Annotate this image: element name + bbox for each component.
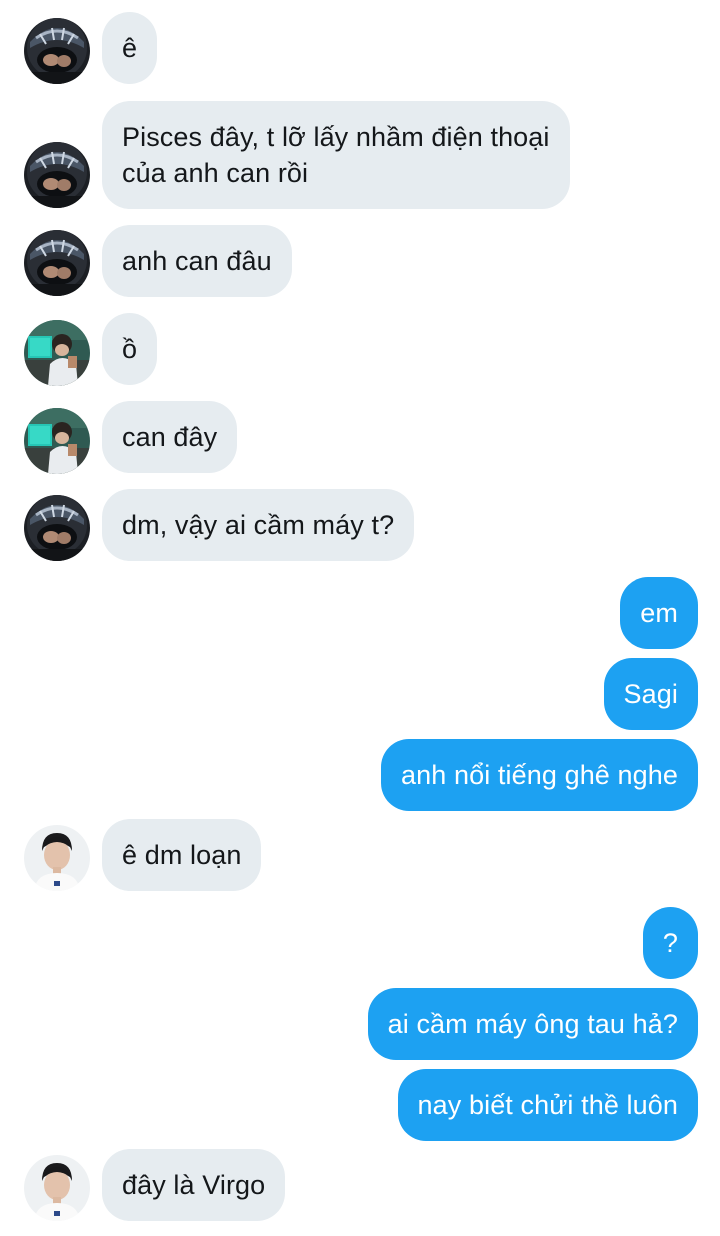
message-bubble-incoming[interactable]: can đây	[102, 401, 238, 473]
message-bubble-incoming[interactable]: Pisces đây, t lỡ lấy nhầm điện thoại của…	[102, 101, 570, 209]
helmet-avatar[interactable]	[24, 142, 90, 208]
message-text: Sagi	[623, 679, 678, 709]
message-text: dm, vậy ai cầm máy t?	[122, 510, 395, 540]
message-bubble-incoming[interactable]: ê	[102, 12, 158, 84]
message-text: can đây	[122, 422, 218, 452]
helmet-avatar[interactable]	[24, 230, 90, 296]
message-bubble-incoming[interactable]: ê dm loạn	[102, 819, 262, 891]
message-bubble-outgoing[interactable]: nay biết chửi thề luôn	[397, 1069, 698, 1141]
message-bubble-incoming[interactable]: dm, vậy ai cầm máy t?	[102, 489, 415, 561]
gamer-avatar[interactable]	[24, 320, 90, 386]
boy-avatar[interactable]	[24, 1155, 90, 1221]
message-text: ồ	[122, 334, 138, 364]
message-text: Pisces đây, t lỡ lấy nhầm điện thoại của…	[122, 122, 550, 188]
message-bubble-incoming[interactable]: đây là Virgo	[102, 1149, 286, 1221]
message-bubble-outgoing[interactable]: em	[620, 577, 698, 649]
helmet-avatar[interactable]	[24, 18, 90, 84]
message-text: ê dm loạn	[122, 840, 242, 870]
message-text: anh can đâu	[122, 246, 272, 276]
message-bubble-incoming[interactable]: ồ	[102, 313, 158, 385]
gamer-avatar[interactable]	[24, 408, 90, 474]
helmet-avatar[interactable]	[24, 495, 90, 561]
message-text: ai cầm máy ông tau hả?	[387, 1009, 678, 1039]
message-bubble-outgoing[interactable]: anh nổi tiếng ghê nghe	[381, 739, 698, 811]
message-text: đây là Virgo	[122, 1170, 266, 1200]
message-bubble-outgoing[interactable]: Sagi	[603, 658, 698, 730]
boy-avatar[interactable]	[24, 825, 90, 891]
message-text: ê	[122, 33, 138, 63]
message-bubble-incoming[interactable]: anh can đâu	[102, 225, 292, 297]
message-text: anh nổi tiếng ghê nghe	[401, 760, 678, 790]
message-bubble-outgoing[interactable]: ?	[642, 907, 698, 979]
message-text: em	[640, 598, 678, 628]
message-bubble-outgoing[interactable]: ai cầm máy ông tau hả?	[367, 988, 698, 1060]
message-text: ?	[662, 928, 678, 958]
message-text: nay biết chửi thề luôn	[417, 1090, 678, 1120]
